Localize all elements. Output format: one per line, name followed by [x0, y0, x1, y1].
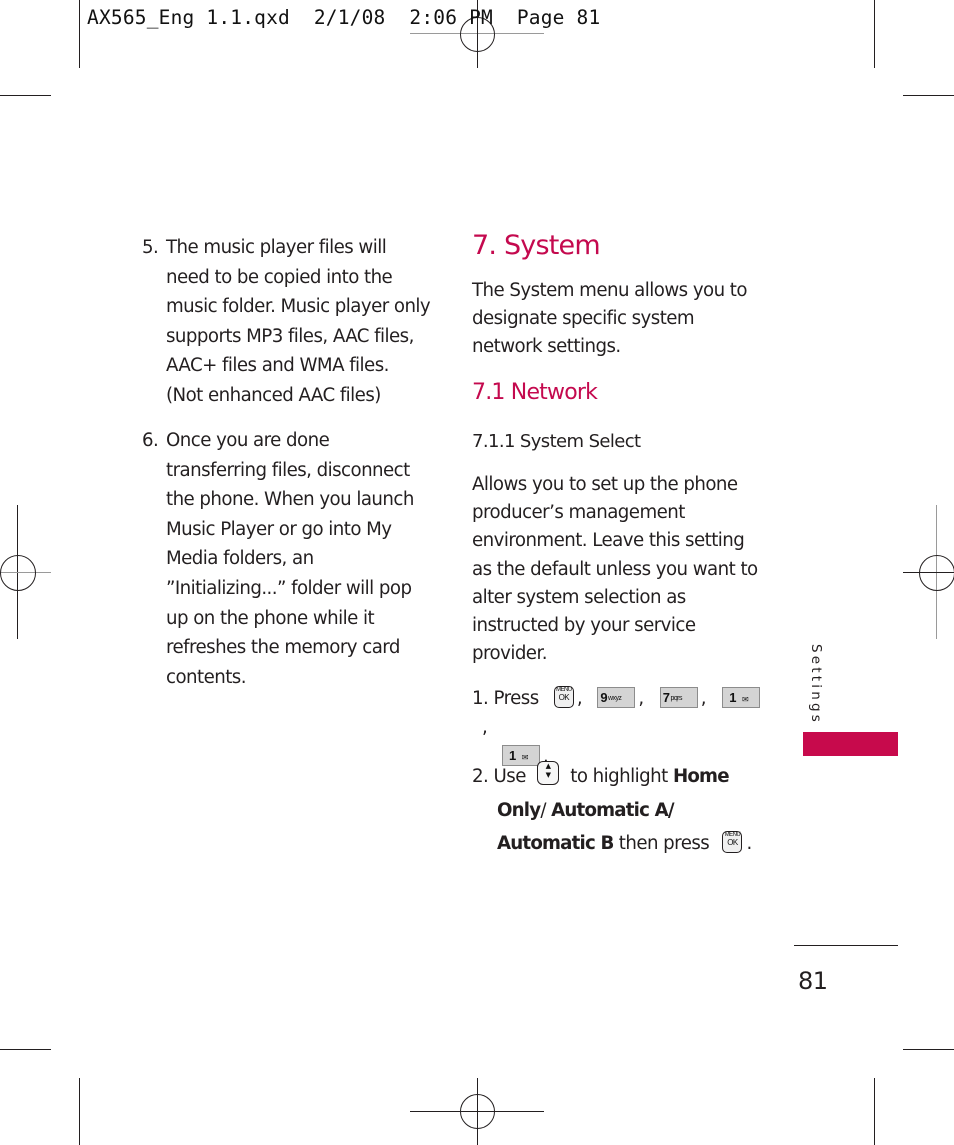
section-tab-marker [803, 732, 898, 756]
step-2: 2. Use ▲ ▼ to highlight Home Only/ Automa… [472, 760, 772, 861]
step-1: 1. Press MENU OK, 9wxyz, 7pqrs, 1 ✉, 1 ✉. [472, 684, 772, 771]
page-number: 81 [798, 967, 828, 995]
registration-mark-right-circle [919, 555, 954, 591]
separator: , [576, 688, 583, 709]
list-text-line: up on the phone while it [166, 607, 375, 629]
list-text-line: (Not enhanced AAC files) [166, 384, 381, 406]
list-text-line: refreshes the memory card [166, 637, 400, 659]
list-text-line: contents. [166, 666, 247, 688]
crop-mark-bottom-right-vertical [874, 1078, 875, 1145]
list-text-line: Once you are done [166, 430, 330, 451]
intro-line: designate specific system [472, 308, 695, 330]
step-highlight-label: to highlight [570, 766, 668, 787]
option-home: Home [672, 766, 730, 787]
menu-ok-key-icon: MENU OK [722, 831, 743, 853]
crop-mark-bottom-left-horizontal [0, 1049, 51, 1050]
list-text-line: Music Player or go into My [166, 518, 392, 540]
list-number: 6. [142, 430, 159, 451]
step-then-label: then press [618, 833, 710, 854]
registration-mark-bottom-circle [460, 1094, 495, 1129]
crop-mark-top-left-horizontal [0, 95, 51, 96]
description-line: instructed by your service [472, 615, 696, 637]
list-text-line: music folder. Music player only [166, 296, 431, 318]
separator: , [482, 717, 488, 738]
option-only: Only [497, 799, 541, 821]
registration-mark-left-circle [0, 555, 36, 591]
separator: , [638, 688, 644, 709]
step-number: 2. [472, 766, 489, 787]
list-number: 5. [142, 237, 159, 258]
description-line: provider. [472, 643, 548, 665]
subsubsection-title: 7.1.1 System Select [472, 431, 641, 452]
description-line: Allows you to set up the phone [472, 474, 738, 495]
slash: / [667, 799, 675, 821]
navigation-key-icon: ▲ ▼ [537, 761, 560, 785]
list-text-line: Media folders, an [166, 548, 314, 570]
section-intro: The System menu allows you to designate … [472, 277, 748, 362]
list-item-5: 5. The music player files will need to b… [142, 233, 452, 411]
menu-ok-key-icon: MENU OK [553, 686, 574, 708]
crop-mark-bottom-left-vertical [79, 1078, 80, 1145]
step-label: Press [493, 688, 540, 709]
list-text-line: ”Initializing...” folder will pop [166, 577, 412, 599]
description-line: as the default unless you want to [472, 558, 758, 580]
step-end: . [746, 833, 752, 854]
system-select-description: Allows you to set up the phone producer’… [472, 471, 758, 668]
list-text-line: need to be copied into the [166, 266, 393, 288]
step-number: 1. [472, 688, 489, 709]
section-tab-label: Settings [808, 644, 824, 725]
page-number-rule [794, 945, 898, 946]
description-line: environment. Leave this setting [472, 530, 745, 552]
description-line: alter system selection as [472, 586, 686, 608]
list-text-line: transferring files, disconnect [166, 459, 410, 481]
separator: , [700, 688, 707, 709]
list-text-line: supports MP3 files, AAC files, [166, 325, 414, 347]
crop-mark-top-left-vertical [79, 0, 80, 68]
print-slug: AX565_Eng 1.1.qxd 2/1/08 2:06 PM Page 81 [87, 6, 601, 29]
intro-line: The System menu allows you to [472, 280, 748, 301]
option-automatic-b: Automatic B [497, 833, 614, 854]
key-1-voicemail-icon: 1 ✉ [722, 686, 761, 708]
list-text-line: AAC+ files and WMA files. [166, 355, 389, 377]
slash: / [540, 799, 546, 821]
key-7-icon: 7pqrs [659, 686, 698, 708]
crop-mark-top-right-vertical [874, 0, 875, 68]
description-line: producer’s management [472, 502, 685, 524]
list-text-line: the phone. When you launch [166, 489, 414, 511]
section-title: 7. System [472, 230, 601, 261]
option-automatic-a: Automatic A [551, 799, 669, 821]
subsection-title: 7.1 Network [472, 380, 598, 405]
step-use-label: Use [493, 766, 527, 787]
key-9-icon: 9wxyz [597, 686, 636, 708]
crop-mark-top-right-horizontal [903, 95, 954, 96]
list-text-line: The music player files will [166, 237, 387, 258]
crop-mark-bottom-right-horizontal [903, 1049, 954, 1050]
list-item-6: 6. Once you are done transferring files,… [142, 426, 452, 692]
intro-line: network settings. [472, 336, 621, 358]
